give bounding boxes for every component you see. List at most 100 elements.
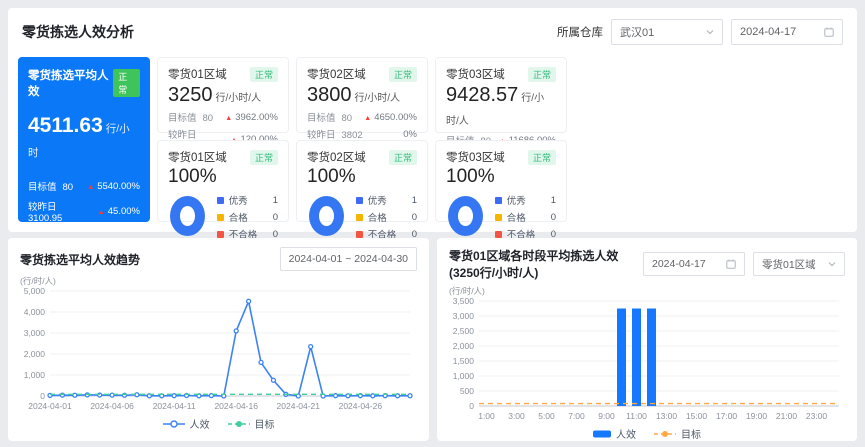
trend-panel-title: 零货拣选平均人效趋势 bbox=[20, 251, 140, 268]
zone-card-title: 零货01区域 bbox=[168, 66, 227, 82]
zone-rate-card: 零货03区域正常100%优秀1合格0不合格0 bbox=[435, 140, 567, 222]
legend-item-mubiao[interactable]: 目标 bbox=[654, 426, 701, 441]
zone-card-title: 零货03区域 bbox=[446, 149, 505, 165]
svg-text:4,000: 4,000 bbox=[24, 307, 46, 317]
zone-rate-value: 100% bbox=[446, 166, 556, 188]
svg-text:15:00: 15:00 bbox=[686, 411, 708, 421]
line-series-marker-icon bbox=[163, 420, 185, 428]
svg-text:11:00: 11:00 bbox=[626, 411, 647, 421]
up-arrow-icon: ▲ bbox=[87, 184, 94, 191]
donut-chart bbox=[309, 196, 344, 236]
chevron-down-icon bbox=[706, 28, 714, 36]
zone-card-grid: 零货01区域正常3250行/小时/人目标值80▲3962.00%较昨日1474.… bbox=[157, 57, 567, 222]
svg-text:2024-04-06: 2024-04-06 bbox=[90, 401, 134, 411]
legend-item-renxiao[interactable]: 人效 bbox=[163, 416, 210, 431]
status-badge: 正常 bbox=[250, 67, 278, 82]
legend-item-renxiao[interactable]: 人效 bbox=[593, 426, 636, 441]
summary-value: 4511.63行/小时 bbox=[28, 114, 140, 162]
warehouse-select[interactable]: 武汉01 bbox=[611, 19, 723, 45]
svg-text:(行/时/人): (行/时/人) bbox=[20, 276, 56, 286]
svg-text:23:00: 23:00 bbox=[806, 411, 828, 421]
calendar-icon bbox=[726, 259, 736, 269]
page-title: 零货拣选人效分析 bbox=[22, 22, 134, 42]
status-badge: 正常 bbox=[113, 69, 140, 97]
hourly-date-picker[interactable]: 2024-04-17 bbox=[643, 252, 745, 276]
svg-text:1,500: 1,500 bbox=[453, 356, 475, 366]
trend-date-range-picker[interactable]: 2024-04-01 ~ 2024-04-30 bbox=[280, 247, 417, 271]
legend-swatch-icon bbox=[217, 197, 224, 204]
zone-rate-value: 100% bbox=[307, 166, 417, 188]
header-date-picker[interactable]: 2024-04-17 bbox=[731, 19, 843, 45]
svg-text:3,000: 3,000 bbox=[24, 328, 46, 338]
zone-rate-card: 零货01区域正常100%优秀1合格0不合格0 bbox=[157, 140, 289, 222]
donut-legend: 优秀1合格0不合格0 bbox=[217, 190, 278, 241]
up-arrow-icon: ▲ bbox=[364, 115, 371, 122]
hourly-bar-chart: 0 500 1,000 1,500 2,000 2,500 3,000 3,500(行/时/人… bbox=[443, 285, 851, 428]
svg-text:13:00: 13:00 bbox=[656, 411, 678, 421]
svg-text:5:00: 5:00 bbox=[538, 411, 555, 421]
svg-text:(行/时/人): (行/时/人) bbox=[449, 286, 485, 296]
zone-kpi-card: 零货02区域正常3800行/小时/人目标值80▲4650.00%较昨日38020… bbox=[296, 57, 428, 133]
svg-text:2,000: 2,000 bbox=[24, 349, 46, 359]
svg-text:2024-04-16: 2024-04-16 bbox=[214, 401, 258, 411]
svg-text:2024-04-11: 2024-04-11 bbox=[153, 401, 196, 411]
trend-line-chart: 01,0002,0003,0004,0005,000(行/时/人)2024-04… bbox=[14, 275, 423, 418]
donut-legend-item[interactable]: 优秀1 bbox=[356, 193, 417, 207]
up-arrow-icon: ▲ bbox=[98, 209, 105, 216]
donut-legend-item[interactable]: 合格0 bbox=[356, 210, 417, 224]
zone-card-title: 零货03区域 bbox=[446, 66, 505, 82]
summary-yesterday-row: 较昨日3100.95 ▲45.00% bbox=[28, 199, 140, 224]
svg-text:17:00: 17:00 bbox=[716, 411, 738, 421]
svg-text:21:00: 21:00 bbox=[776, 411, 798, 421]
legend-item-mubiao[interactable]: 目标 bbox=[228, 416, 275, 431]
svg-text:500: 500 bbox=[460, 386, 474, 396]
svg-text:1,000: 1,000 bbox=[453, 371, 475, 381]
svg-text:2024-04-21: 2024-04-21 bbox=[277, 401, 321, 411]
legend-swatch-icon bbox=[217, 214, 224, 221]
zone-stat-row: 目标值80▲3962.00% bbox=[168, 110, 278, 124]
svg-text:3,500: 3,500 bbox=[453, 296, 475, 306]
legend-swatch-icon bbox=[495, 197, 502, 204]
zone-unit: 行/小时/人 bbox=[216, 93, 262, 104]
hourly-date-value: 2024-04-17 bbox=[652, 258, 706, 270]
donut-chart bbox=[170, 196, 205, 236]
summary-card: 零货拣选平均人效 正常 4511.63行/小时 目标值80 ▲5540.00% … bbox=[18, 57, 150, 222]
svg-text:2024-04-26: 2024-04-26 bbox=[339, 401, 383, 411]
zone-value: 9428.57行/小时/人 bbox=[446, 84, 556, 130]
svg-text:0: 0 bbox=[469, 401, 474, 411]
donut-chart bbox=[448, 196, 483, 236]
svg-text:19:00: 19:00 bbox=[746, 411, 768, 421]
header-date-value: 2024-04-17 bbox=[740, 26, 796, 38]
legend-swatch-icon bbox=[356, 214, 363, 221]
zone-stat-row: 较昨日38020% bbox=[307, 127, 417, 141]
svg-text:2,000: 2,000 bbox=[453, 341, 475, 351]
legend-swatch-icon bbox=[356, 231, 363, 238]
hourly-panel-title: 零货01区域各时段平均拣选人效(3250行/小时/人) bbox=[449, 247, 643, 281]
donut-legend-item[interactable]: 合格0 bbox=[495, 210, 556, 224]
svg-text:3,000: 3,000 bbox=[453, 311, 475, 321]
status-badge: 正常 bbox=[528, 150, 556, 165]
hourly-zone-select[interactable]: 零货01区域 bbox=[753, 252, 845, 276]
zone-card-title: 零货01区域 bbox=[168, 149, 227, 165]
donut-legend-item[interactable]: 优秀1 bbox=[495, 193, 556, 207]
donut-legend-item[interactable]: 合格0 bbox=[217, 210, 278, 224]
svg-text:7:00: 7:00 bbox=[568, 411, 585, 421]
donut-legend-item[interactable]: 优秀1 bbox=[217, 193, 278, 207]
dashed-series-marker-icon bbox=[654, 430, 676, 438]
donut-legend: 优秀1合格0不合格0 bbox=[495, 190, 556, 241]
zone-stat-row: 目标值80▲4650.00% bbox=[307, 110, 417, 124]
zone-rate-card: 零货02区域正常100%优秀1合格0不合格0 bbox=[296, 140, 428, 222]
zone-unit: 行/小时/人 bbox=[355, 93, 401, 104]
zone-value: 3250行/小时/人 bbox=[168, 84, 278, 107]
hourly-zone-value: 零货01区域 bbox=[762, 257, 816, 272]
zone-card-title: 零货02区域 bbox=[307, 149, 366, 165]
legend-swatch-icon bbox=[495, 231, 502, 238]
svg-text:9:00: 9:00 bbox=[598, 411, 615, 421]
zone-value: 3800行/小时/人 bbox=[307, 84, 417, 107]
zone-card-title: 零货02区域 bbox=[307, 66, 366, 82]
zone-kpi-card: 零货01区域正常3250行/小时/人目标值80▲3962.00%较昨日1474.… bbox=[157, 57, 289, 133]
svg-text:5,000: 5,000 bbox=[24, 286, 46, 296]
hourly-chart-panel: 零货01区域各时段平均拣选人效(3250行/小时/人) 2024-04-17 零… bbox=[437, 238, 857, 441]
svg-text:2,500: 2,500 bbox=[453, 326, 475, 336]
donut-legend: 优秀1合格0不合格0 bbox=[356, 190, 417, 241]
